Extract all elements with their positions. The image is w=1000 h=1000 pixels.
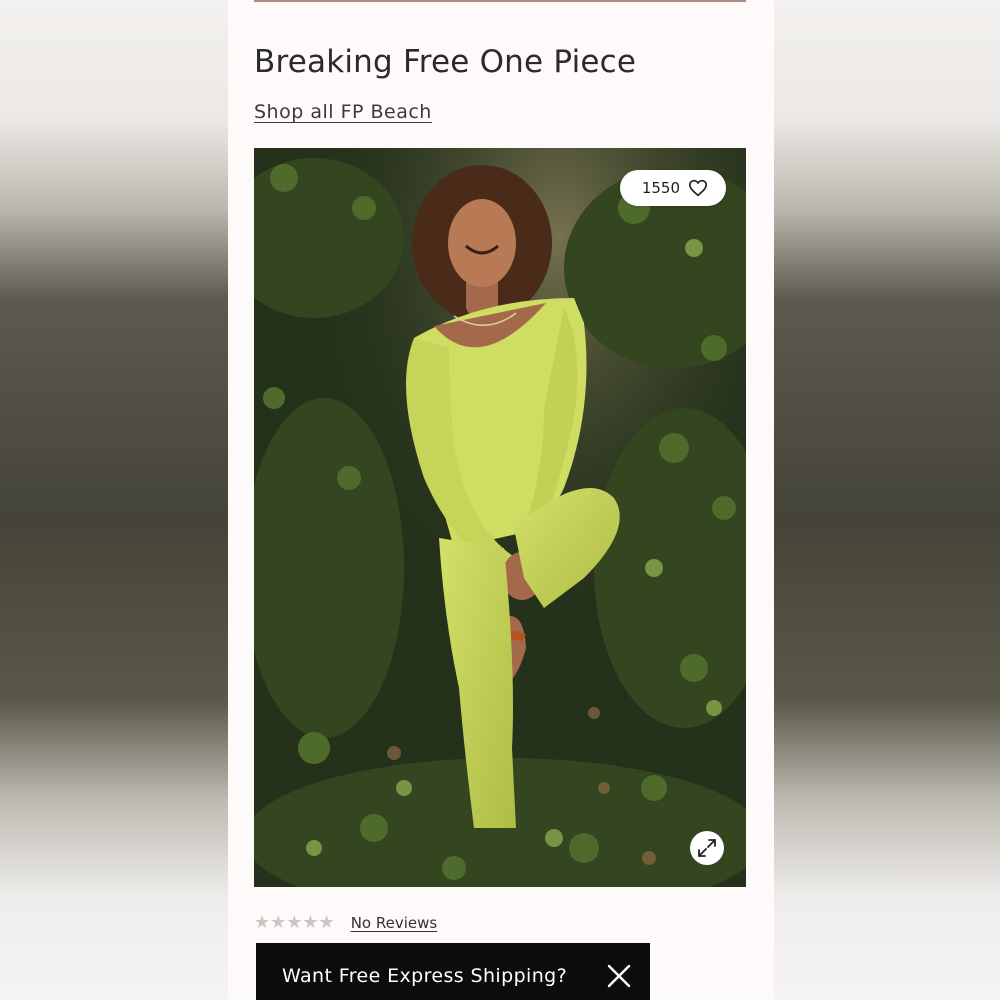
zoom-button[interactable] <box>690 831 724 865</box>
blurred-backdrop-left <box>0 0 228 1000</box>
product-title: Breaking Free One Piece <box>254 44 637 80</box>
heart-icon <box>688 179 707 197</box>
rating-row: ★★★★★ No Reviews <box>254 912 437 933</box>
product-image[interactable]: 1550 <box>254 148 746 887</box>
favorites-count: 1550 <box>641 179 680 197</box>
blurred-backdrop-right <box>774 0 1000 1000</box>
reviews-link[interactable]: No Reviews <box>351 914 438 932</box>
shipping-promo-banner[interactable]: Want Free Express Shipping? <box>256 943 650 1000</box>
favorite-button[interactable]: 1550 <box>619 170 726 206</box>
expand-icon <box>698 839 716 857</box>
rating-stars: ★★★★★ <box>254 912 335 932</box>
product-photo-illustration <box>254 148 746 887</box>
shop-all-link[interactable]: Shop all FP Beach <box>254 101 432 123</box>
top-divider <box>254 0 746 2</box>
close-icon[interactable] <box>606 963 632 989</box>
shipping-promo-text: Want Free Express Shipping? <box>282 965 568 987</box>
product-page: Breaking Free One Piece Shop all FP Beac… <box>228 0 774 1000</box>
